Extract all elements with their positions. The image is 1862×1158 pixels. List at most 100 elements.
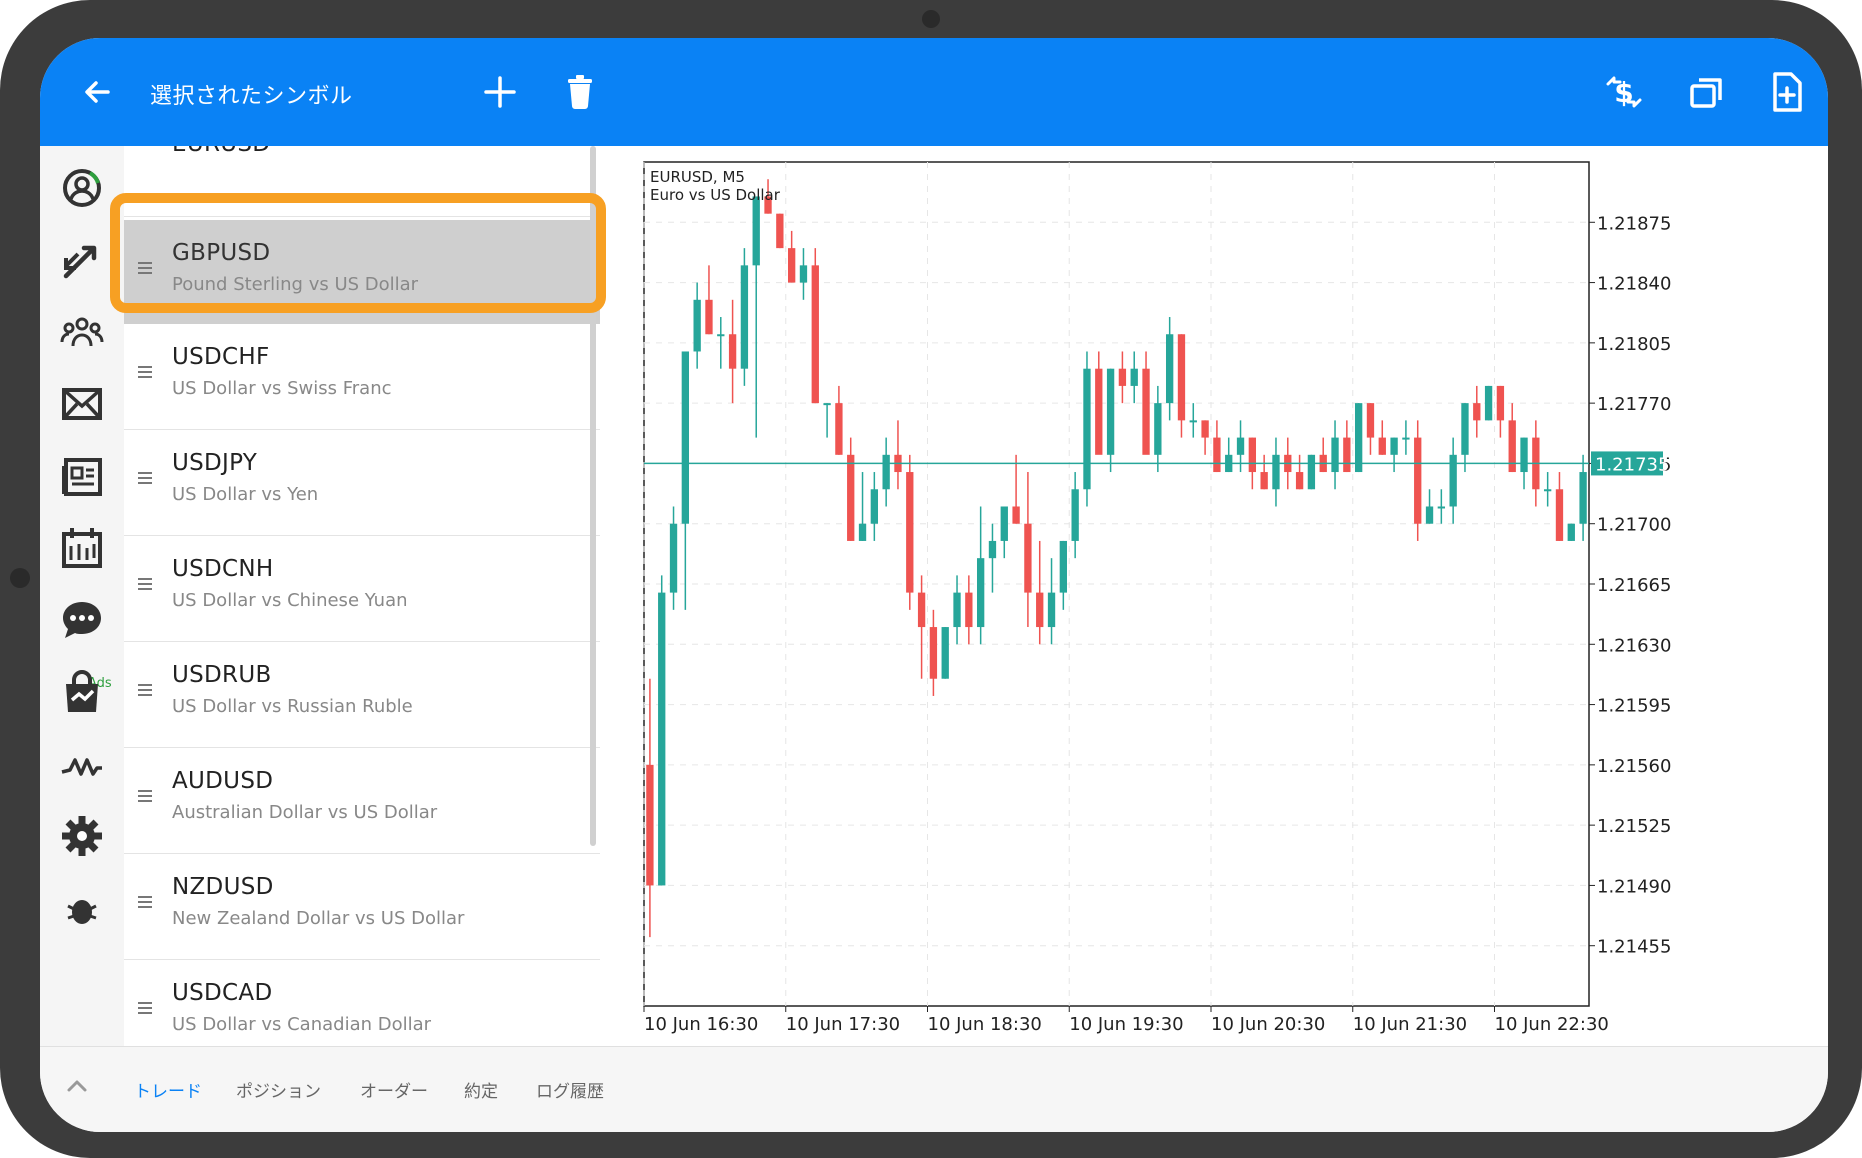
candle-body — [1437, 506, 1446, 509]
drag-handle-icon[interactable] — [138, 578, 152, 592]
candle-body — [1307, 454, 1316, 490]
tablet-frame: 選択されたシンボル $ Ads GBPUSD Pound Sterling vs… — [0, 0, 1862, 1158]
x-tick-label: 10 Jun 18:30 — [928, 1014, 1042, 1035]
y-tick-label: 1.21805 — [1597, 334, 1671, 355]
candle-body — [1189, 420, 1197, 423]
mail-icon[interactable] — [58, 380, 106, 428]
candle-body — [811, 265, 819, 404]
y-tick-label: 1.21630 — [1597, 635, 1671, 656]
candle-body — [1331, 437, 1339, 473]
add-icon[interactable] — [476, 68, 524, 116]
x-tick-label: 10 Jun 16:30 — [644, 1014, 758, 1035]
drag-handle-icon[interactable] — [138, 684, 152, 698]
symbol-desc: US Dollar vs Canadian Dollar — [172, 1014, 432, 1035]
y-tick-label: 1.21700 — [1597, 515, 1671, 536]
signals-icon[interactable] — [58, 740, 106, 788]
market-bag-icon[interactable] — [58, 668, 106, 716]
camera-dot — [922, 10, 940, 28]
candle-body — [1520, 437, 1528, 473]
symbol-name: USDCHF — [172, 344, 270, 370]
symbol-row-usdchf[interactable]: USDCHF US Dollar vs Swiss Franc — [124, 324, 600, 430]
x-tick-label: 10 Jun 21:30 — [1353, 1014, 1467, 1035]
symbol-row-nzdusd[interactable]: NZDUSD New Zealand Dollar vs US Dollar — [124, 854, 600, 960]
account-icon[interactable] — [58, 164, 106, 212]
candle-body — [870, 489, 879, 524]
drag-handle-icon[interactable] — [138, 472, 152, 486]
back-arrow-icon[interactable] — [78, 70, 122, 114]
symbol-desc: New Zealand Dollar vs US Dollar — [172, 908, 465, 929]
y-tick-label: 1.21770 — [1597, 394, 1671, 415]
settings-icon[interactable] — [58, 812, 106, 860]
tab-history[interactable]: ログ履歴 — [536, 1077, 604, 1102]
candle-body — [1272, 454, 1280, 490]
tab-positions[interactable]: ポジション — [236, 1077, 321, 1102]
candle-body — [1543, 489, 1552, 492]
symbol-row-usdcnh[interactable]: USDCNH US Dollar vs Chinese Yuan — [124, 536, 600, 642]
candle-body — [1201, 420, 1209, 438]
candle-body — [965, 592, 973, 628]
candle-body — [1036, 592, 1044, 628]
windows-icon[interactable] — [1682, 68, 1730, 116]
y-tick-label: 1.21490 — [1597, 876, 1671, 897]
bug-icon[interactable] — [58, 884, 106, 932]
symbol-name: USDRUB — [172, 662, 272, 688]
candle-body — [906, 472, 914, 593]
drag-handle-icon[interactable] — [138, 790, 152, 804]
add-document-icon[interactable] — [1762, 68, 1810, 116]
news-icon[interactable] — [58, 452, 106, 500]
drag-handle-icon[interactable] — [138, 896, 152, 910]
candle-body — [1154, 403, 1162, 455]
candle-body — [1142, 368, 1150, 455]
candle-body — [1012, 506, 1020, 524]
price-chart[interactable]: 1.21875 1.21840 1.21805 1.21770 1.21735 1.217… — [606, 146, 1828, 1046]
candle-body — [1165, 334, 1174, 404]
candle-body — [705, 299, 713, 335]
symbol-name: USDJPY — [172, 450, 258, 476]
candle-body — [823, 403, 831, 406]
candle-body — [1567, 523, 1575, 541]
symbol-name: NZDUSD — [172, 874, 274, 900]
symbol-desc: US Dollar vs Chinese Yuan — [172, 590, 408, 611]
page-title: 選択されたシンボル — [150, 84, 353, 109]
candle-body — [1496, 385, 1505, 421]
tab-trade[interactable]: トレード — [134, 1077, 202, 1102]
trash-icon[interactable] — [556, 68, 604, 116]
trade-arrows-icon[interactable] — [58, 236, 106, 284]
candle-body — [1083, 368, 1091, 490]
tab-deals[interactable]: 約定 — [464, 1077, 498, 1102]
candle-body — [1024, 523, 1032, 593]
dollar-exchange-icon[interactable]: $ — [1600, 68, 1648, 116]
candle-body — [835, 403, 843, 455]
community-icon[interactable] — [58, 308, 106, 356]
candlestick-chart[interactable]: 1.21875 1.21840 1.21805 1.21770 1.21735 1.217… — [606, 146, 1828, 1046]
chevron-up-icon[interactable] — [62, 1071, 92, 1101]
calendar-icon[interactable] — [58, 524, 106, 572]
candle-body — [847, 454, 855, 541]
symbol-name: AUDUSD — [172, 768, 274, 794]
candle-body — [1484, 385, 1493, 421]
tab-orders[interactable]: オーダー — [360, 1077, 428, 1102]
symbol-row-audusd[interactable]: AUDUSD Australian Dollar vs US Dollar — [124, 748, 600, 854]
drag-handle-icon[interactable] — [138, 366, 152, 380]
symbol-desc: Australian Dollar vs US Dollar — [172, 802, 438, 823]
candle-body — [882, 454, 890, 490]
symbol-desc: US Dollar vs Swiss Franc — [172, 378, 392, 399]
bottom-tab-bar: トレード ポジション オーダー 約定 ログ履歴 — [40, 1046, 1828, 1132]
candle-body — [1118, 368, 1127, 386]
symbol-row-usdrub[interactable]: USDRUB US Dollar vs Russian Ruble — [124, 642, 600, 748]
chat-icon[interactable] — [58, 596, 106, 644]
y-tick-label: 1.21665 — [1597, 575, 1671, 596]
symbol-row-usdjpy[interactable]: USDJPY US Dollar vs Yen — [124, 430, 600, 536]
candle-body — [776, 213, 784, 249]
symbol-desc: US Dollar vs Yen — [172, 484, 319, 505]
candle-body — [1449, 454, 1457, 507]
y-tick-label: 1.21560 — [1597, 756, 1671, 777]
drag-handle-icon[interactable] — [138, 1002, 152, 1016]
y-tick-label: 1.21875 — [1597, 213, 1671, 234]
candle-body — [1366, 403, 1375, 438]
candle-body — [1295, 472, 1304, 490]
y-tick-label: 1.21525 — [1597, 816, 1671, 837]
candle-body — [1236, 437, 1245, 455]
symbol-row-usdcad[interactable]: USDCAD US Dollar vs Canadian Dollar — [124, 960, 600, 1046]
candle-body — [658, 592, 666, 886]
